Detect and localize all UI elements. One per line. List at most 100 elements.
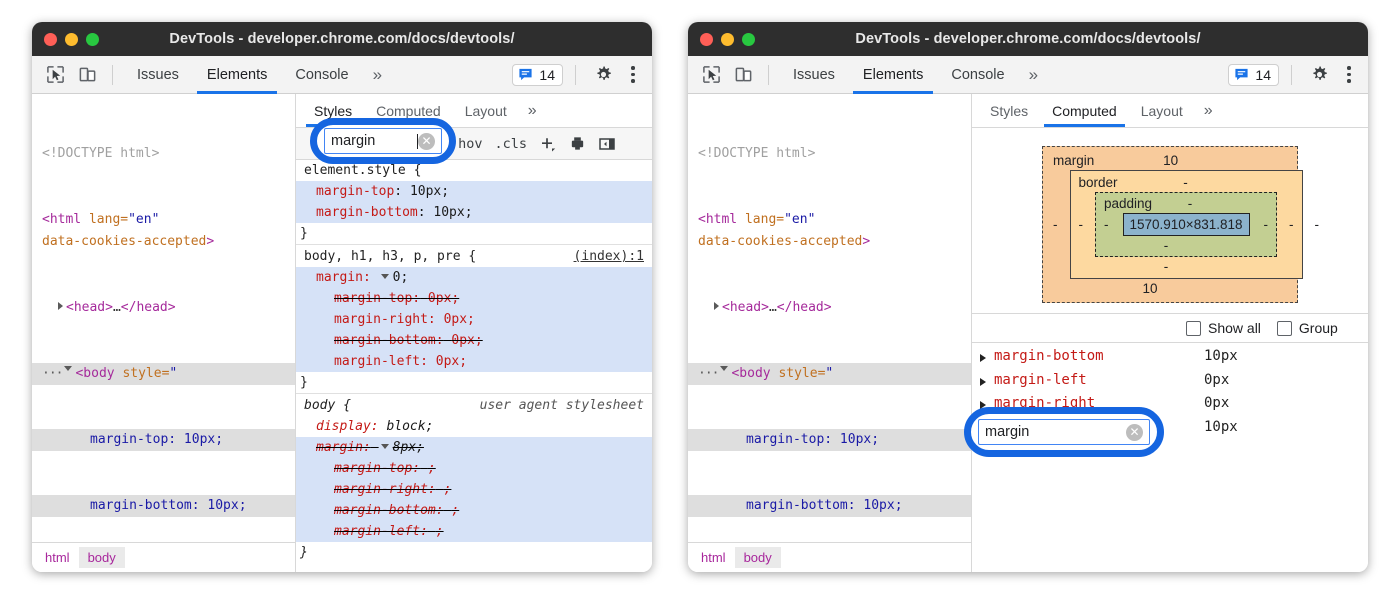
- tab-layout[interactable]: Layout: [1129, 94, 1195, 127]
- declaration[interactable]: margin-bottom: 0px;: [296, 330, 652, 351]
- declaration[interactable]: margin-top: 0px;: [296, 288, 652, 309]
- breadcrumb-html[interactable]: html: [36, 547, 79, 568]
- decl-value[interactable]: 10px: [433, 205, 464, 220]
- group-checkbox[interactable]: Group: [1277, 320, 1338, 336]
- dom-line[interactable]: <!DOCTYPE html>: [32, 143, 295, 165]
- box-model-margin-bottom[interactable]: 10: [1053, 281, 1287, 296]
- tab-layout[interactable]: Layout: [453, 94, 519, 127]
- box-model-padding-top[interactable]: -: [1152, 196, 1268, 211]
- computed-properties-list[interactable]: margin-bottom 10px margin-left 0px margi…: [972, 343, 1368, 572]
- computed-property-row[interactable]: margin-bottom 10px: [972, 345, 1368, 369]
- close-window-button[interactable]: [44, 33, 57, 46]
- tab-elements[interactable]: Elements: [193, 56, 281, 94]
- expand-shorthand-icon[interactable]: [381, 444, 389, 449]
- declaration[interactable]: margin-right: 0px;: [296, 309, 652, 330]
- tab-more-icon[interactable]: »: [1019, 56, 1048, 94]
- decl-prop: margin-top:: [334, 291, 420, 306]
- tab-sidebar-more-icon[interactable]: »: [519, 94, 546, 127]
- device-toolbar-icon[interactable]: [728, 61, 758, 89]
- box-model-margin[interactable]: margin 10 - border -: [1042, 146, 1298, 303]
- decl-value[interactable]: 10px: [410, 184, 441, 199]
- box-model-border[interactable]: border - - padding: [1070, 170, 1303, 279]
- expand-triangle-icon[interactable]: [980, 354, 986, 362]
- box-model-padding-bottom[interactable]: -: [1104, 238, 1268, 253]
- css-rules-left[interactable]: element.style { margin-top: 10px; margin…: [296, 160, 652, 572]
- gear-icon[interactable]: [588, 61, 618, 89]
- decl-value[interactable]: 0px;: [451, 333, 482, 348]
- styles-filter-input[interactable]: margin ✕: [324, 128, 442, 154]
- maximize-window-button[interactable]: [742, 33, 755, 46]
- checkbox-box[interactable]: [1277, 321, 1292, 336]
- declaration[interactable]: margin: 0;: [296, 267, 652, 288]
- computed-filter-input[interactable]: margin ✕: [978, 419, 1150, 445]
- tab-console[interactable]: Console: [281, 56, 362, 94]
- tab-computed[interactable]: Computed: [1040, 94, 1129, 127]
- box-model-border-top[interactable]: -: [1118, 175, 1294, 190]
- close-window-button[interactable]: [700, 33, 713, 46]
- inspect-cursor-icon[interactable]: [696, 61, 726, 89]
- breadcrumb-html[interactable]: html: [692, 547, 735, 568]
- box-model-margin-right[interactable]: -: [1315, 217, 1320, 232]
- computed-property-row[interactable]: margin-left 0px: [972, 369, 1368, 393]
- plus-icon[interactable]: [539, 135, 557, 153]
- print-style-icon[interactable]: [569, 135, 586, 152]
- dom-line[interactable]: <html lang="en" data‑cookies‑accepted>: [32, 209, 295, 253]
- dom-line[interactable]: margin-top: 10px;: [32, 429, 295, 451]
- dom-line[interactable]: <html lang="en" data‑cookies‑accepted>: [688, 209, 971, 253]
- box-model-margin-top[interactable]: 10: [1094, 153, 1287, 168]
- toggle-sidebar-icon[interactable]: [598, 135, 616, 153]
- rule-origin[interactable]: (index):1: [574, 246, 644, 267]
- maximize-window-button[interactable]: [86, 33, 99, 46]
- dom-tree-right[interactable]: <!DOCTYPE html> <html lang="en" data‑coo…: [688, 94, 971, 542]
- decl-value[interactable]: 0px;: [428, 291, 459, 306]
- box-model-border-bottom[interactable]: -: [1079, 259, 1294, 274]
- dom-line[interactable]: <head>…</head>: [32, 297, 295, 319]
- tab-issues[interactable]: Issues: [779, 56, 849, 94]
- expand-shorthand-icon[interactable]: [381, 274, 389, 279]
- box-model-padding-left[interactable]: -: [1104, 217, 1109, 232]
- device-toolbar-icon[interactable]: [72, 61, 102, 89]
- inspect-cursor-icon[interactable]: [40, 61, 70, 89]
- declaration[interactable]: margin-bottom: 10px;: [296, 202, 652, 223]
- clear-filter-icon[interactable]: ✕: [418, 133, 435, 150]
- box-model-padding-right[interactable]: -: [1264, 217, 1269, 232]
- kebab-menu-icon[interactable]: [1338, 62, 1360, 88]
- box-model-content-size[interactable]: 1570.910×831.818: [1123, 213, 1250, 236]
- minimize-window-button[interactable]: [65, 33, 78, 46]
- dom-line[interactable]: margin-bottom: 10px;: [32, 495, 295, 517]
- expand-triangle-icon[interactable]: [980, 378, 986, 386]
- show-all-checkbox[interactable]: Show all: [1186, 320, 1261, 336]
- dom-line[interactable]: margin-top: 10px;: [688, 429, 971, 451]
- tab-issues[interactable]: Issues: [123, 56, 193, 94]
- declaration[interactable]: margin-left: 0px;: [296, 351, 652, 372]
- issues-badge[interactable]: 14: [1228, 64, 1279, 86]
- dom-line[interactable]: margin-bottom: 10px;: [688, 495, 971, 517]
- tab-sidebar-more-icon[interactable]: »: [1195, 94, 1222, 127]
- issues-badge[interactable]: 14: [512, 64, 563, 86]
- decl-value[interactable]: 0px;: [436, 354, 467, 369]
- decl-value[interactable]: 0;: [393, 270, 409, 285]
- gear-icon[interactable]: [1304, 61, 1334, 89]
- declaration[interactable]: margin-top: 10px;: [296, 181, 652, 202]
- tab-elements[interactable]: Elements: [849, 56, 937, 94]
- box-model-padding[interactable]: padding - - 1570.910×831.818 -: [1095, 192, 1277, 257]
- dom-line[interactable]: <!DOCTYPE html>: [688, 143, 971, 165]
- minimize-window-button[interactable]: [721, 33, 734, 46]
- dom-line-body[interactable]: ···<body style=": [32, 363, 295, 385]
- rule-selector[interactable]: body, h1, h3, p, pre { (index):1: [296, 244, 652, 267]
- dom-line-body[interactable]: ···<body style=": [688, 363, 971, 385]
- dom-tree-left[interactable]: <!DOCTYPE html> <html lang="en" data‑coo…: [32, 94, 295, 542]
- cls-toggle[interactable]: .cls: [495, 136, 528, 152]
- clear-filter-icon[interactable]: ✕: [1126, 424, 1143, 441]
- tab-more-icon[interactable]: »: [363, 56, 392, 94]
- breadcrumb-left: html body: [32, 542, 295, 572]
- tab-styles[interactable]: Styles: [978, 94, 1040, 127]
- tab-console[interactable]: Console: [937, 56, 1018, 94]
- checkbox-box[interactable]: [1186, 321, 1201, 336]
- dom-line[interactable]: <head>…</head>: [688, 297, 971, 319]
- box-model-border-right[interactable]: -: [1289, 217, 1294, 232]
- decl-value[interactable]: 0px;: [444, 312, 475, 327]
- kebab-menu-icon[interactable]: [622, 62, 644, 88]
- breadcrumb-body[interactable]: body: [79, 547, 125, 568]
- breadcrumb-body[interactable]: body: [735, 547, 781, 568]
